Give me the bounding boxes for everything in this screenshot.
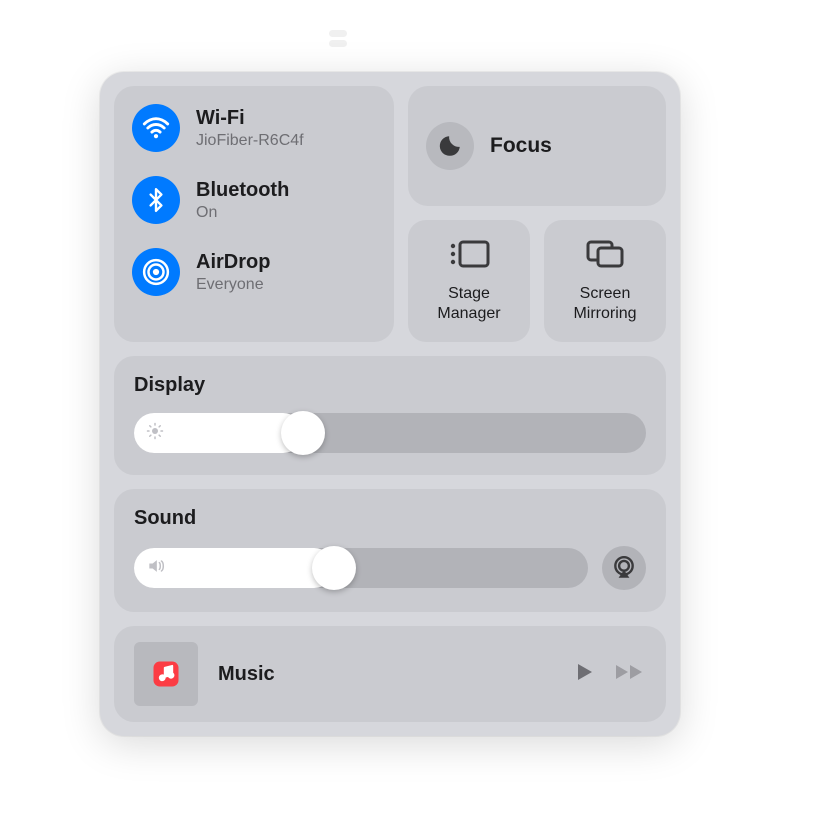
music-artwork bbox=[134, 642, 198, 706]
sound-card: Sound bbox=[114, 489, 666, 612]
bluetooth-toggle[interactable]: Bluetooth On bbox=[132, 176, 376, 224]
wifi-subtitle: JioFiber-R6C4f bbox=[196, 132, 304, 150]
control-center-panel: Wi-Fi JioFiber-R6C4f Bluetooth On bbox=[100, 72, 680, 736]
music-title: Music bbox=[218, 663, 552, 686]
airdrop-toggle[interactable]: AirDrop Everyone bbox=[132, 248, 376, 296]
music-card[interactable]: Music bbox=[114, 626, 666, 722]
moon-icon bbox=[426, 122, 474, 170]
wifi-title: Wi-Fi bbox=[196, 107, 304, 130]
screen-mirroring-button[interactable]: Screen Mirroring bbox=[544, 220, 666, 342]
bluetooth-subtitle: On bbox=[196, 204, 289, 222]
stage-manager-label: Stage Manager bbox=[437, 284, 500, 324]
music-note-icon bbox=[151, 659, 181, 689]
display-title: Display bbox=[134, 374, 646, 397]
sound-slider-thumb[interactable] bbox=[312, 546, 356, 590]
bluetooth-title: Bluetooth bbox=[196, 179, 289, 202]
wifi-toggle[interactable]: Wi-Fi JioFiber-R6C4f bbox=[132, 104, 376, 152]
stage-manager-button[interactable]: Stage Manager bbox=[408, 220, 530, 342]
focus-title: Focus bbox=[490, 134, 552, 158]
screen-mirroring-icon bbox=[585, 239, 625, 274]
wifi-icon bbox=[132, 104, 180, 152]
screen-mirroring-label: Screen Mirroring bbox=[573, 284, 636, 324]
connectivity-card: Wi-Fi JioFiber-R6C4f Bluetooth On bbox=[114, 86, 394, 342]
brightness-icon bbox=[146, 422, 164, 445]
airplay-icon bbox=[611, 555, 637, 581]
fast-forward-button[interactable] bbox=[614, 660, 646, 689]
airplay-audio-button[interactable] bbox=[602, 546, 646, 590]
display-slider-thumb[interactable] bbox=[281, 411, 325, 455]
sound-slider[interactable] bbox=[134, 548, 588, 588]
sound-title: Sound bbox=[134, 507, 646, 530]
control-center-menubar-icon[interactable] bbox=[326, 28, 350, 48]
stage-manager-icon bbox=[448, 239, 490, 274]
display-card: Display bbox=[114, 356, 666, 475]
play-button[interactable] bbox=[572, 660, 596, 689]
speaker-icon bbox=[146, 556, 166, 581]
bluetooth-icon bbox=[132, 176, 180, 224]
display-slider[interactable] bbox=[134, 413, 646, 453]
focus-toggle[interactable]: Focus bbox=[408, 86, 666, 206]
airdrop-icon bbox=[132, 248, 180, 296]
airdrop-title: AirDrop bbox=[196, 251, 270, 274]
airdrop-subtitle: Everyone bbox=[196, 276, 270, 294]
